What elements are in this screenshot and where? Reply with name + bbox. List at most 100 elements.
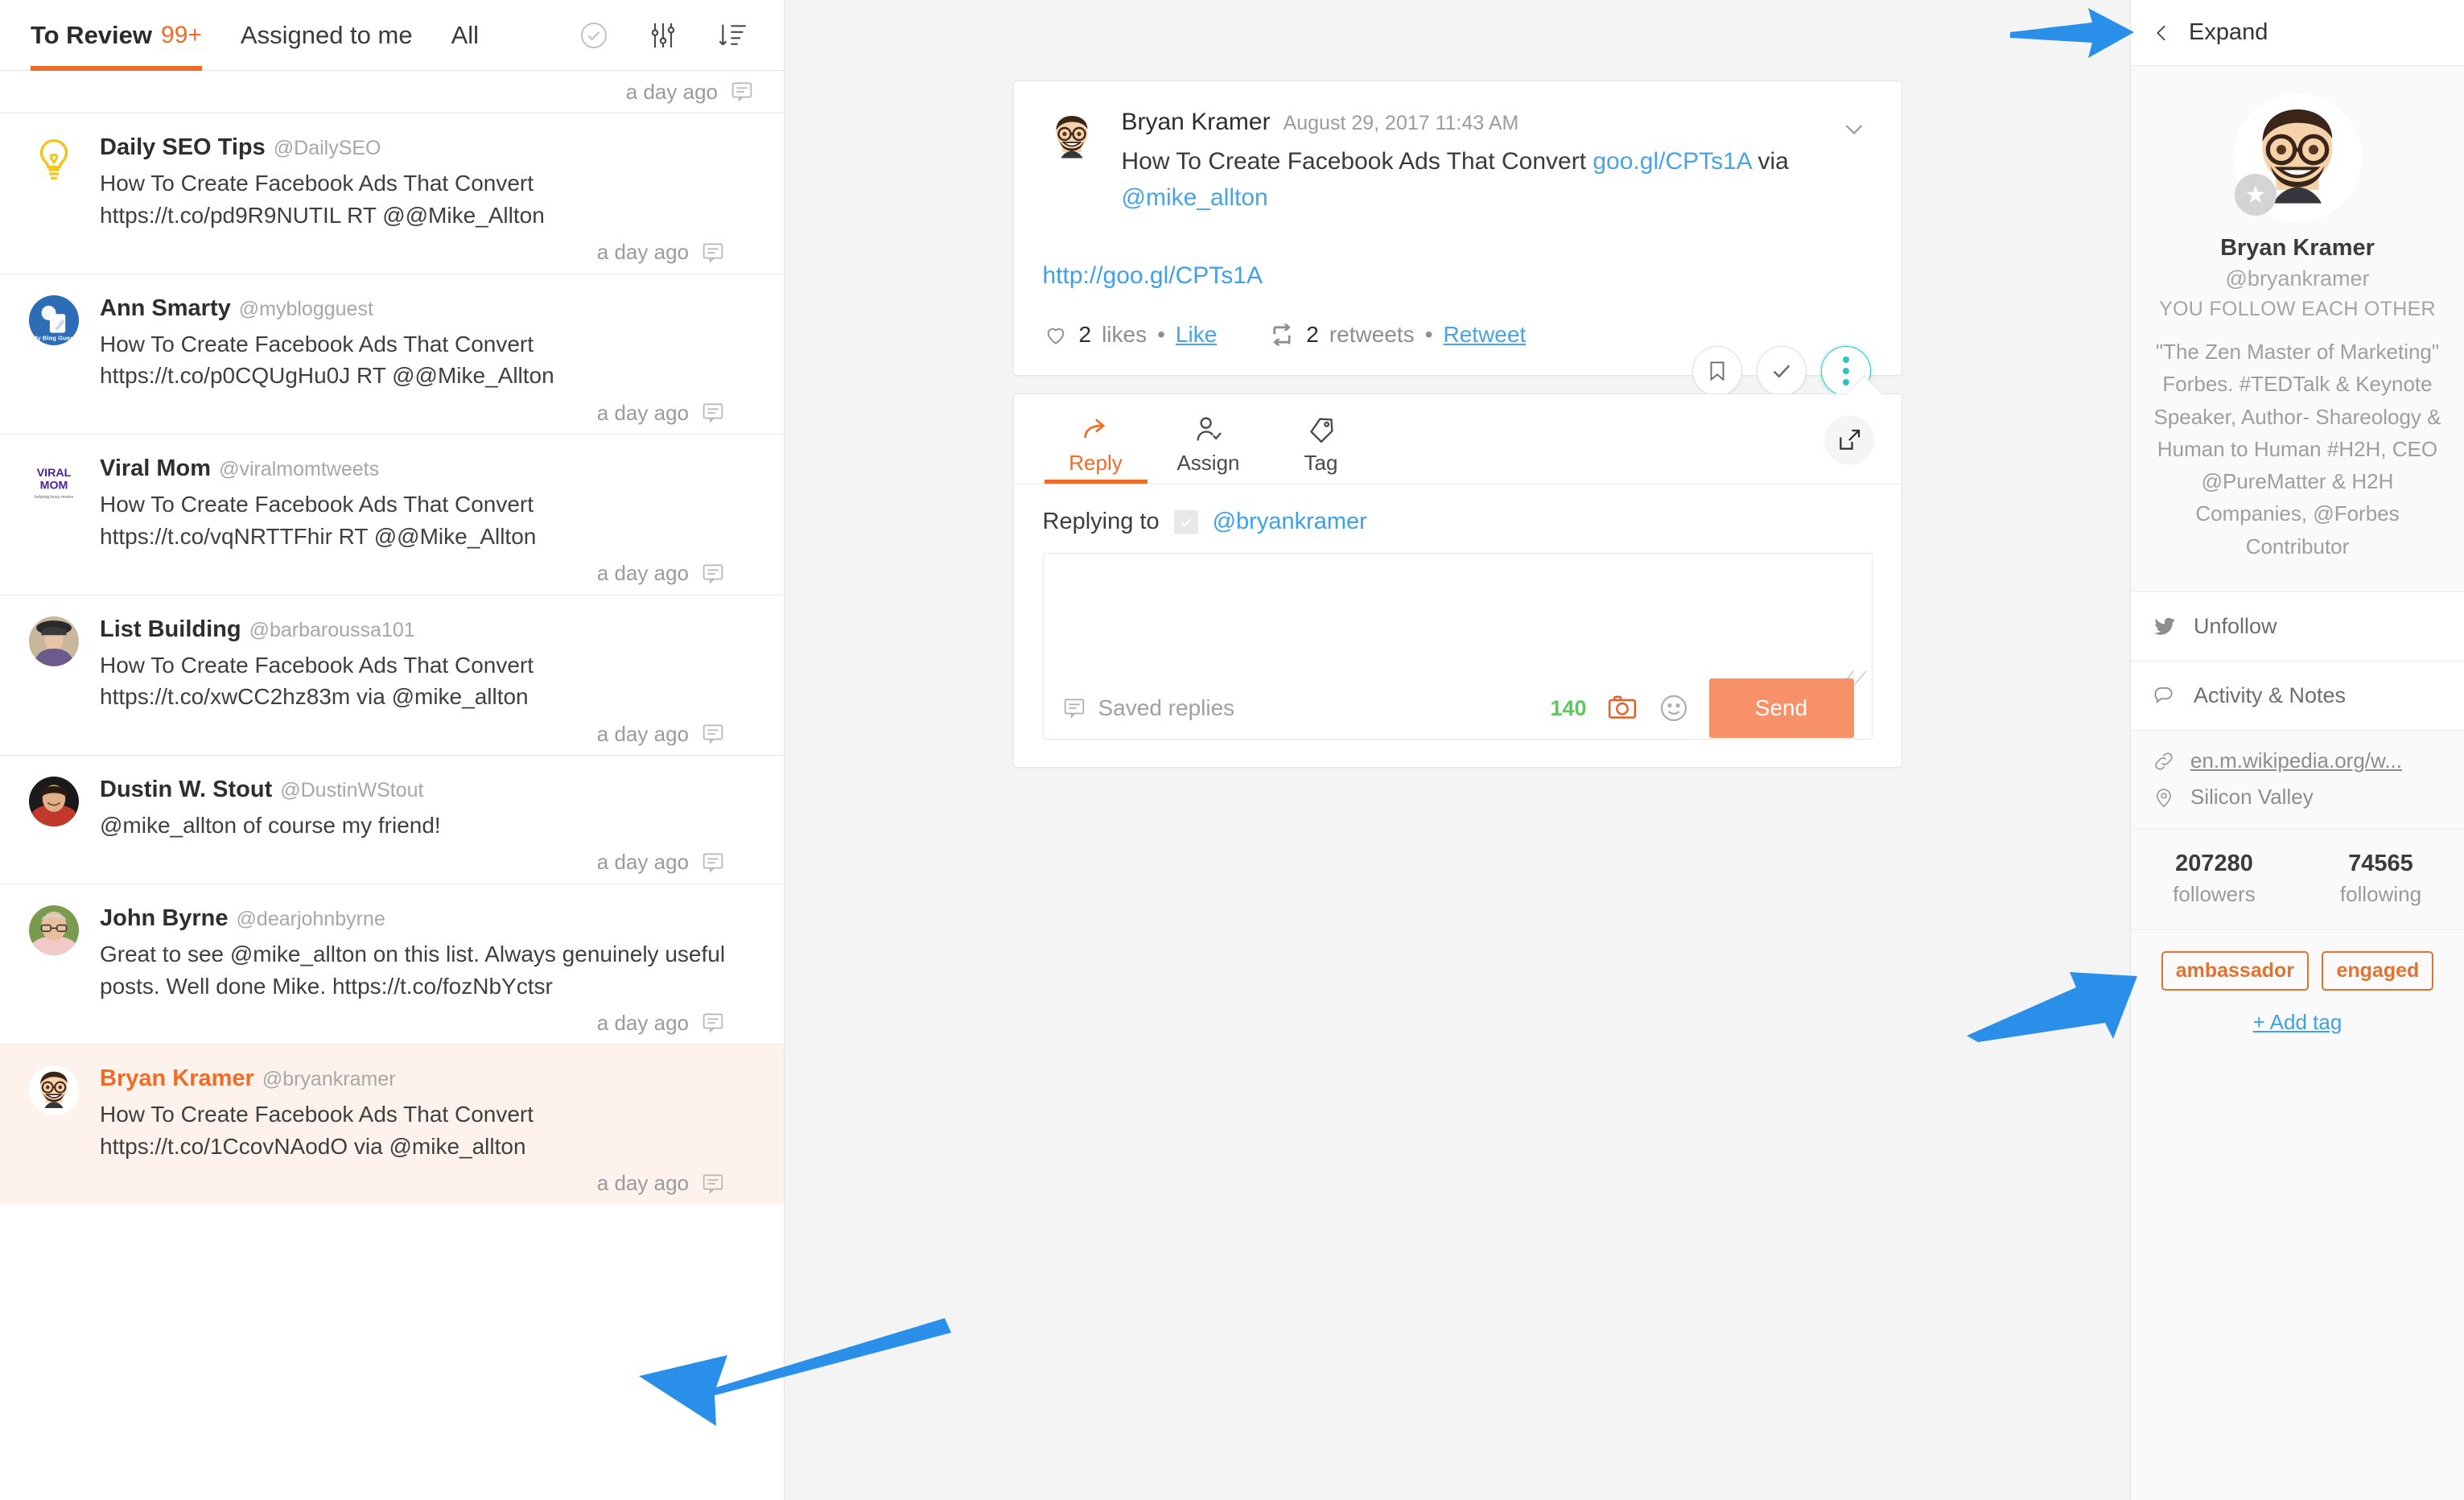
list-item-text: How To Create Facebook Ads That Convert … — [100, 331, 554, 389]
retweets-label: retweets — [1329, 322, 1415, 347]
list-item-author: Ann Smarty — [100, 295, 231, 321]
lightbulb-icon — [39, 139, 68, 179]
list-item-time: a day ago — [596, 1010, 689, 1035]
check-icon[interactable] — [1756, 346, 1807, 396]
unfollow-label: Unfollow — [2194, 614, 2277, 639]
filter-sliders-icon[interactable] — [645, 18, 681, 53]
like-button[interactable]: Like — [1176, 322, 1217, 348]
list-item-body: John Byrne @dearjohnbyrne Great to see @m… — [100, 905, 755, 1045]
tab-all[interactable]: All — [451, 0, 479, 71]
compose-panel: Reply Assign Tag Replying to @bryankrame… — [1012, 394, 1902, 768]
list-item-time: a day ago — [625, 79, 718, 104]
avatar — [29, 905, 79, 955]
list-item-selected[interactable]: Bryan Kramer @bryankramer How To Create F… — [0, 1044, 784, 1205]
activity-notes-button[interactable]: Activity & Notes — [2131, 661, 2464, 731]
check-circle-icon[interactable] — [576, 18, 612, 53]
tag-engaged[interactable]: engaged — [2322, 951, 2434, 991]
tweet-body: Bryan Kramer August 29, 2017 11:43 AM How… — [1122, 109, 1869, 216]
list-item[interactable]: VIRAL MOM helping busy moms Viral Mom @vi… — [0, 434, 784, 595]
tab-tag[interactable]: Tag — [1265, 394, 1378, 484]
list-item[interactable]: Daily SEO Tips @DailySEO How To Create Fa… — [0, 113, 784, 274]
inbox-toolbar — [576, 18, 761, 53]
expand-sidebar-button[interactable]: Expand — [2131, 0, 2464, 66]
send-button[interactable]: Send — [1708, 678, 1854, 738]
tab-reply[interactable]: Reply — [1040, 394, 1152, 484]
profile-photo — [29, 905, 79, 955]
replying-to-label: Replying to — [1042, 509, 1160, 534]
twitter-bird-icon — [2153, 617, 2176, 635]
compose-footer: Saved replies 140 Send — [1044, 678, 1872, 739]
tweet-author: Bryan Kramer — [1121, 109, 1271, 135]
list-item-text: How To Create Facebook Ads That Convert … — [100, 492, 537, 549]
tag-ambassador[interactable]: ambassador — [2161, 951, 2309, 991]
svg-text:MOM: MOM — [40, 479, 68, 492]
followers-count: 207280 — [2175, 851, 2253, 877]
note-icon[interactable] — [700, 721, 726, 747]
svg-text:My Blog Guest: My Blog Guest — [32, 334, 76, 341]
list-item-handle: @DustinWStout — [280, 779, 424, 802]
list-item-text: How To Create Facebook Ads That Convert … — [100, 171, 545, 228]
retweet-button[interactable]: Retweet — [1444, 322, 1527, 348]
note-icon[interactable] — [700, 850, 726, 876]
followers-count-block[interactable]: 207280 followers — [2131, 851, 2297, 907]
heart-icon[interactable] — [1043, 322, 1069, 348]
character-count: 140 — [1550, 695, 1587, 720]
camera-icon[interactable] — [1606, 693, 1638, 723]
avatar: My Blog Guest — [29, 295, 79, 345]
list-item[interactable]: List Building @barbaroussa101 How To Crea… — [0, 594, 784, 756]
open-external-icon[interactable] — [1823, 415, 1874, 465]
list-item-time: a day ago — [596, 1171, 689, 1196]
chevron-down-icon[interactable] — [1839, 113, 1869, 148]
reply-textarea[interactable] — [1043, 554, 1872, 678]
saved-replies-label: Saved replies — [1098, 695, 1235, 720]
tweet-link-preview[interactable]: http://goo.gl/CPTs1A — [1043, 262, 1869, 290]
map-pin-icon — [2157, 788, 2171, 807]
retweet-icon[interactable] — [1268, 323, 1296, 347]
replying-to-handle[interactable]: @bryankramer — [1213, 509, 1367, 535]
bookmark-icon[interactable] — [1691, 346, 1742, 396]
unfollow-button[interactable]: Unfollow — [2131, 592, 2464, 662]
add-tag-button[interactable]: + Add tag — [2131, 1010, 2464, 1035]
tweet-mention[interactable]: @mike_allton — [1122, 184, 1268, 211]
list-item[interactable]: Dustin W. Stout @DustinWStout @mike_allto… — [0, 755, 784, 884]
list-item-time: a day ago — [596, 561, 689, 585]
tab-assigned-to-me[interactable]: Assigned to me — [241, 0, 413, 71]
tweet-shortlink[interactable]: goo.gl/CPTs1A — [1593, 148, 1751, 175]
likes-label: likes — [1102, 322, 1148, 347]
followers-label: followers — [2173, 882, 2256, 907]
note-icon[interactable] — [700, 240, 726, 266]
replying-to-row: Replying to @bryankramer — [1014, 484, 1902, 553]
star-icon: ★ — [2235, 174, 2277, 216]
note-icon[interactable] — [700, 561, 726, 587]
tab-reply-label: Reply — [1069, 451, 1123, 475]
tab-to-review[interactable]: To Review 99+ — [31, 0, 202, 71]
sort-descending-icon[interactable] — [715, 18, 750, 53]
following-count-block[interactable]: 74565 following — [2297, 851, 2464, 907]
note-icon[interactable] — [700, 400, 726, 426]
inbox-tab-bar: To Review 99+ Assigned to me All — [0, 0, 784, 71]
list-item-time: a day ago — [596, 721, 689, 746]
avatar — [29, 616, 79, 666]
list-item-handle: @dearjohnbyrne — [236, 907, 385, 930]
list-item[interactable]: My Blog Guest Ann Smarty @myblogguest How… — [0, 273, 784, 435]
profile-website-link[interactable]: en.m.wikipedia.org/w... — [2190, 748, 2402, 773]
profile-handle: @bryankramer — [2225, 266, 2370, 291]
list-item[interactable]: John Byrne @dearjohnbyrne Great to see @m… — [0, 883, 784, 1045]
tab-assign[interactable]: Assign — [1152, 394, 1265, 484]
bitmoji-avatar-icon — [40, 1072, 68, 1109]
note-icon[interactable] — [700, 1010, 726, 1036]
note-icon[interactable] — [729, 79, 755, 105]
likes-count: 2 — [1078, 322, 1092, 347]
retweets-group: 2 retweets • Retweet — [1268, 322, 1526, 348]
saved-replies-button[interactable]: Saved replies — [1061, 695, 1235, 721]
list-item-author: Daily SEO Tips — [100, 134, 266, 160]
list-item-body: Dustin W. Stout @DustinWStout @mike_allto… — [100, 777, 755, 884]
tweet-engagement-bar: 2 likes • Like 2 retweets • Retweet — [1043, 322, 1869, 348]
compose-textarea-wrap: ⟋⟋ Saved replies 140 Send — [1042, 553, 1873, 740]
compose-actions: 140 Send — [1550, 678, 1858, 738]
note-icon[interactable] — [700, 1171, 726, 1197]
recipient-checkbox[interactable] — [1173, 509, 1198, 534]
reply-arrow-icon — [1083, 418, 1105, 439]
emoji-smiley-icon[interactable] — [1658, 692, 1690, 724]
inbox-list-panel: To Review 99+ Assigned to me All a day a… — [0, 0, 785, 1500]
